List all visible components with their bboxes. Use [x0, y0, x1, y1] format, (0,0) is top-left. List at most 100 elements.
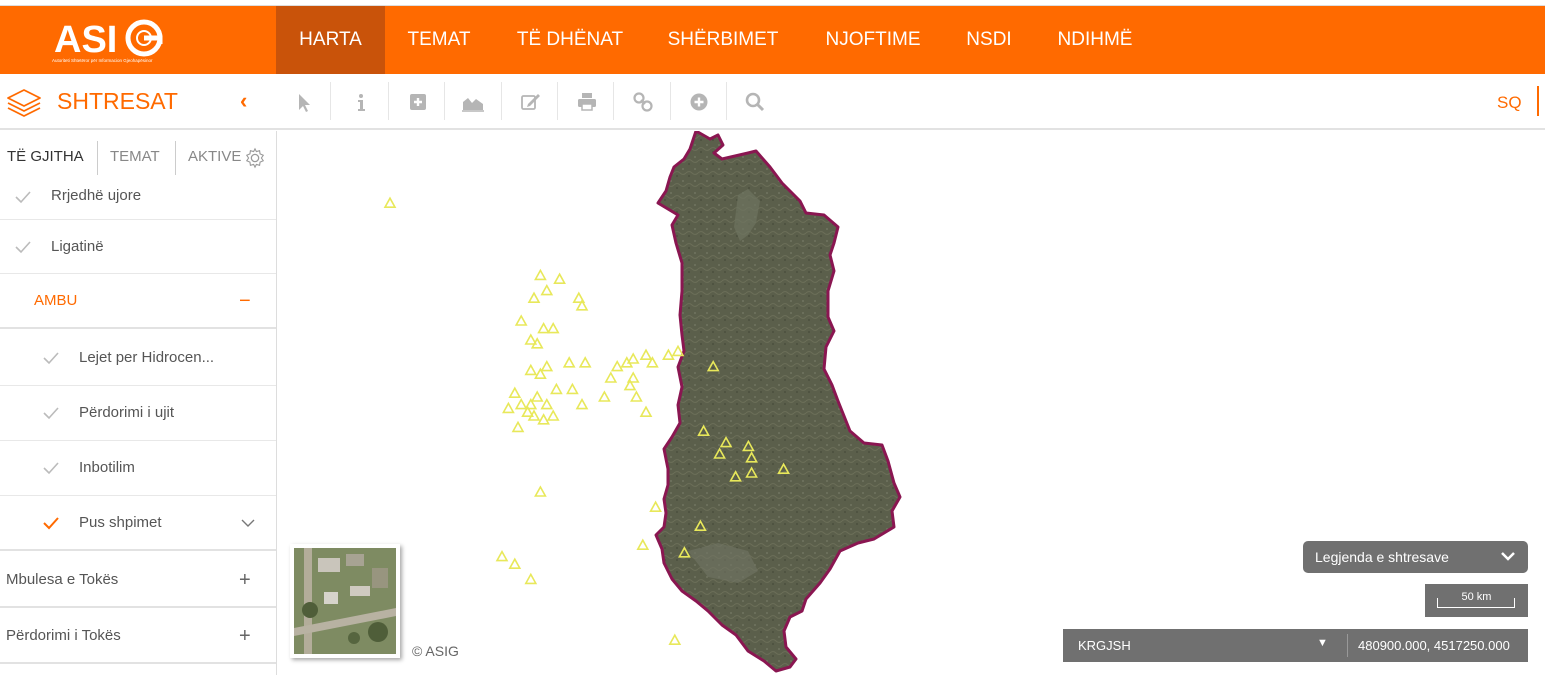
expand-group-icon[interactable]: +	[239, 625, 251, 648]
well-marker[interactable]	[540, 359, 554, 372]
collapse-panel-button[interactable]: ‹	[240, 88, 247, 114]
well-marker[interactable]	[514, 397, 528, 410]
well-marker[interactable]	[604, 371, 618, 383]
map-toolbar: SHTRESAT ‹ SQ	[0, 74, 1545, 130]
layer-item-rrjedhe-ujore[interactable]: Rrjedhë ujore	[0, 183, 276, 220]
layer-label: Përdorimi i ujit	[79, 404, 175, 421]
cursor-coordinates: 480900.000, 4517250.000	[1358, 638, 1510, 653]
crs-select[interactable]: KRGJSH	[1078, 638, 1131, 653]
well-marker[interactable]	[630, 390, 643, 402]
check-icon[interactable]	[15, 190, 31, 204]
well-marker[interactable]	[598, 390, 611, 402]
nav-sherbimet[interactable]: SHËRBIMET	[655, 6, 791, 74]
check-icon[interactable]	[15, 240, 31, 254]
info-icon[interactable]	[349, 90, 373, 114]
well-marker[interactable]	[537, 321, 550, 334]
nav-harta[interactable]: HARTA	[276, 6, 385, 74]
link-icon[interactable]	[631, 90, 655, 114]
nav-te-dhenat[interactable]: TË DHËNAT	[505, 6, 635, 74]
toolbar-separator	[726, 82, 727, 120]
well-marker[interactable]	[524, 572, 538, 585]
nav-ndihme[interactable]: NDIHMË	[1043, 6, 1147, 74]
well-marker[interactable]	[546, 321, 560, 334]
well-marker[interactable]	[639, 405, 653, 417]
well-marker[interactable]	[626, 352, 640, 364]
well-marker[interactable]	[562, 356, 576, 368]
well-marker[interactable]	[575, 397, 589, 410]
nav-njoftime[interactable]: NJOFTIME	[811, 6, 935, 74]
well-marker[interactable]	[610, 359, 624, 372]
map-canvas[interactable]: © ASIG Legjenda e shtresave 50 km KRGJSH…	[278, 131, 1545, 675]
well-marker[interactable]	[639, 348, 653, 360]
add-circle-icon[interactable]	[687, 90, 711, 114]
language-selector[interactable]: SQ	[1497, 93, 1522, 113]
layer-group-mbulesa[interactable]: Mbulesa e Tokës +	[0, 553, 276, 608]
well-marker[interactable]	[502, 401, 515, 414]
well-marker[interactable]	[537, 413, 550, 425]
well-marker[interactable]	[662, 348, 675, 360]
scale-bar: 50 km	[1425, 584, 1528, 617]
tab-temat[interactable]: TEMAT	[110, 148, 160, 165]
expand-group-icon[interactable]: +	[239, 569, 251, 592]
asig-logo[interactable]: ASI Autoriteti Shtetëror për Informacion…	[52, 16, 172, 64]
layer-item-lejet[interactable]: Lejet per Hidrocen...	[0, 331, 276, 386]
layer-group-perdorimi-tokes[interactable]: Përdorimi i Tokës +	[0, 610, 276, 664]
svg-text:Autoriteti Shtetëror për Infor: Autoriteti Shtetëror për Informacion Gje…	[52, 58, 153, 63]
well-marker[interactable]	[527, 291, 541, 303]
layer-item-ligatine[interactable]: Ligatinë	[0, 220, 276, 274]
well-marker[interactable]	[546, 409, 560, 421]
tab-aktive[interactable]: AKTIVE	[188, 148, 241, 165]
well-marker[interactable]	[671, 344, 685, 357]
tab-te-gjitha[interactable]: TË GJITHA	[7, 148, 84, 165]
well-marker[interactable]	[514, 314, 528, 326]
well-marker[interactable]	[550, 382, 563, 395]
well-marker[interactable]	[540, 283, 554, 296]
chevron-down-icon[interactable]	[241, 518, 255, 528]
well-marker[interactable]	[649, 500, 662, 512]
add-box-icon[interactable]	[406, 90, 430, 114]
albania-map[interactable]	[278, 131, 1545, 675]
map-copyright: © ASIG	[412, 643, 459, 659]
collapse-group-icon[interactable]: −	[239, 290, 251, 313]
layer-item-perdorimi-ujit[interactable]: Përdorimi i ujit	[0, 386, 276, 441]
layer-label: Lejet per Hidrocen...	[79, 349, 215, 366]
toolbar-separator	[613, 82, 614, 120]
well-marker[interactable]	[566, 382, 579, 395]
edit-icon[interactable]	[518, 90, 542, 114]
well-marker[interactable]	[534, 485, 547, 497]
check-icon[interactable]	[43, 461, 59, 475]
well-marker[interactable]	[668, 633, 682, 645]
check-icon[interactable]	[43, 351, 59, 365]
main-navbar: ASI Autoriteti Shtetëror për Informacion…	[0, 6, 1545, 74]
well-marker[interactable]	[383, 196, 397, 208]
nav-nsdi[interactable]: NSDI	[955, 6, 1023, 74]
layer-label: Pus shpimet	[79, 513, 162, 531]
well-marker[interactable]	[534, 268, 547, 281]
well-marker[interactable]	[495, 549, 509, 562]
well-marker[interactable]	[508, 557, 522, 569]
overview-minimap[interactable]	[290, 544, 400, 658]
legend-toggle-button[interactable]: Legjenda e shtresave	[1303, 541, 1528, 573]
check-icon[interactable]	[43, 516, 59, 530]
well-marker[interactable]	[530, 390, 544, 402]
well-marker[interactable]	[553, 272, 566, 284]
print-icon[interactable]	[575, 90, 599, 114]
check-icon[interactable]	[43, 406, 59, 420]
select-pointer-icon[interactable]	[292, 90, 316, 114]
well-marker[interactable]	[540, 397, 554, 410]
layer-item-inbotilim[interactable]: Inbotilim	[0, 441, 276, 496]
well-marker[interactable]	[636, 538, 650, 550]
crs-dropdown-icon[interactable]: ▼	[1317, 637, 1328, 649]
layer-group-ambu[interactable]: AMBU −	[0, 274, 276, 329]
area-chart-icon[interactable]	[461, 90, 485, 114]
asig-logo-mark: ASI Autoriteti Shtetëror për Informacion…	[52, 19, 163, 63]
layer-label: Inbotilim	[79, 459, 135, 476]
search-icon[interactable]	[743, 90, 767, 114]
well-marker[interactable]	[508, 386, 522, 398]
well-marker[interactable]	[524, 363, 538, 376]
settings-gear-icon[interactable]	[244, 147, 266, 169]
well-marker[interactable]	[578, 356, 592, 368]
nav-temat[interactable]: TEMAT	[393, 6, 485, 74]
layer-item-pus-shpimet[interactable]: Pus shpimet	[0, 496, 276, 551]
well-marker[interactable]	[511, 420, 525, 433]
